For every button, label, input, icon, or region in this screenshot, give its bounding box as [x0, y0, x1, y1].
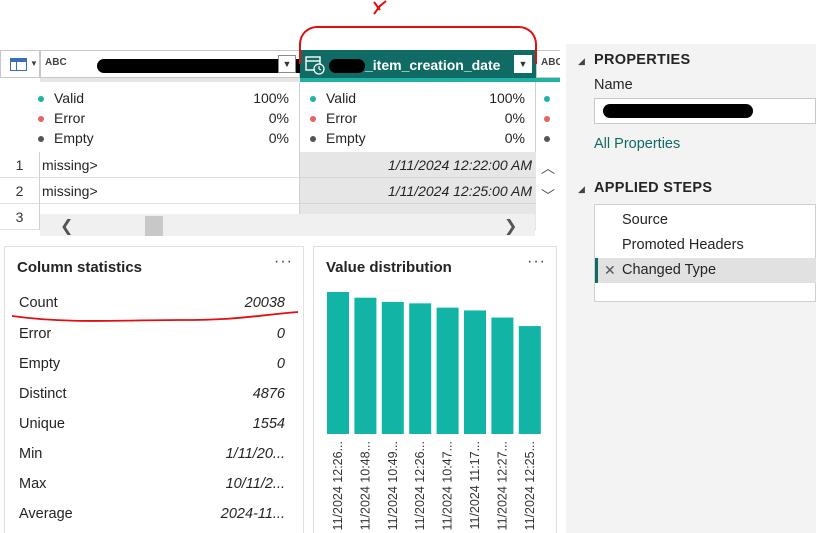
- distribution-tick-label: 11/2024 12:26...: [413, 441, 427, 530]
- stat-row: Error 0: [19, 326, 285, 342]
- distribution-tick-label: 11/2024 12:26...: [331, 441, 345, 530]
- empty-dot-icon: [310, 136, 316, 142]
- stat-row: Empty 0: [19, 356, 285, 372]
- row-number[interactable]: 3: [0, 204, 40, 230]
- scrollbar-thumb[interactable]: [145, 216, 163, 236]
- quality-error: Error 0%: [300, 108, 535, 128]
- valid-dot-icon: [38, 96, 44, 102]
- more-options-icon[interactable]: ···: [527, 253, 546, 271]
- stat-row: Distinct 4876: [19, 386, 285, 402]
- name-label: Name: [594, 77, 633, 93]
- distribution-tick-label: 11/2024 12:27...: [495, 441, 509, 530]
- distribution-bar[interactable]: [464, 310, 486, 434]
- distribution-tick-label: 11/2024 12:25...: [523, 441, 537, 530]
- horizontal-scrollbar[interactable]: [40, 214, 535, 236]
- quality-valid: Valid 100%: [300, 88, 535, 108]
- step-source[interactable]: Source: [595, 208, 816, 233]
- distribution-bar[interactable]: [327, 292, 349, 434]
- scroll-down-icon[interactable]: ﹀: [538, 186, 558, 206]
- column-quality-2: Valid 100% Error 0% Empty 0%: [300, 82, 536, 152]
- step-changed-type[interactable]: ✕ Changed Type: [595, 258, 816, 283]
- collapse-triangle-icon[interactable]: ◢: [578, 56, 585, 67]
- more-options-icon[interactable]: ···: [274, 253, 293, 271]
- quality-empty: Empty 0%: [38, 128, 299, 148]
- table-menu-button[interactable]: ▼: [0, 50, 40, 78]
- table-cell[interactable]: 1/11/2024 12:22:00 AM: [300, 152, 536, 178]
- value-distribution-panel: 11/2024 12:26... 11/2024 10:48... 11/2024 …: [313, 246, 557, 533]
- distribution-bar[interactable]: [381, 301, 404, 434]
- scroll-left-icon[interactable]: ❮: [60, 216, 73, 236]
- table-cell[interactable]: missing>: [40, 178, 300, 204]
- stat-row: Min 1/11/20...: [19, 446, 285, 462]
- value-distribution-chart: 11/2024 12:26... 11/2024 10:48... 11/2024 …: [327, 292, 541, 530]
- column-header-3[interactable]: ABC: [536, 50, 560, 78]
- step-promoted-headers[interactable]: Promoted Headers: [595, 233, 816, 258]
- empty-dot-icon: [38, 136, 44, 142]
- annotation-highlight: [299, 26, 537, 64]
- column-quality-1: Valid 100% Error 0% Empty 0%: [38, 82, 300, 152]
- scroll-up-icon[interactable]: ︿: [538, 158, 558, 178]
- applied-steps-heading: APPLIED STEPS: [594, 180, 713, 196]
- column-header-1[interactable]: ABC ▼: [40, 50, 309, 78]
- step-label: Changed Type: [622, 262, 717, 278]
- annotation-tick-icon: [373, 0, 387, 15]
- stat-row: Average 2024-11...: [19, 506, 285, 522]
- table-icon: [10, 58, 27, 71]
- distribution-tick-label: 11/2024 11:17...: [468, 441, 482, 530]
- table-cell[interactable]: missing>: [40, 152, 300, 178]
- chevron-down-icon: ▼: [30, 59, 38, 68]
- all-properties-link[interactable]: All Properties: [594, 136, 680, 152]
- stat-row: Unique 1554: [19, 416, 285, 432]
- quality-empty: Empty 0%: [300, 128, 535, 148]
- delete-step-icon[interactable]: ✕: [604, 258, 616, 283]
- collapse-triangle-icon[interactable]: ◢: [578, 184, 585, 195]
- distribution-bar[interactable]: [491, 317, 514, 434]
- empty-dot-icon: [544, 136, 550, 142]
- distribution-bar[interactable]: [354, 297, 377, 434]
- query-settings-pane: ◢ PROPERTIES Name All Properties ◢ APPLI…: [566, 44, 816, 533]
- table-cell[interactable]: 1/11/2024 12:25:00 AM: [300, 178, 536, 204]
- quality-error: Error 0%: [38, 108, 299, 128]
- stat-row: Max 10/11/2...: [19, 476, 285, 492]
- quality-valid: Valid 100%: [38, 88, 299, 108]
- panel-title: Value distribution: [326, 259, 452, 276]
- distribution-tick-label: 11/2024 10:47...: [441, 441, 455, 530]
- applied-steps-list: Source Promoted Headers ✕ Changed Type: [594, 204, 816, 302]
- distribution-bar[interactable]: [436, 307, 459, 434]
- redacted-query-name: [603, 104, 753, 118]
- row-number[interactable]: 1: [0, 152, 40, 178]
- column-filter-dropdown[interactable]: ▼: [278, 55, 296, 73]
- distribution-tick-label: 11/2024 10:48...: [358, 441, 372, 530]
- valid-dot-icon: [544, 96, 550, 102]
- annotation-underline: [11, 311, 299, 322]
- error-dot-icon: [544, 116, 550, 122]
- distribution-bar[interactable]: [518, 326, 541, 434]
- text-type-icon[interactable]: ABC: [541, 57, 560, 68]
- distribution-tick-label: 11/2024 10:49...: [386, 441, 400, 530]
- query-name-input[interactable]: [594, 98, 816, 124]
- properties-heading: PROPERTIES: [594, 52, 691, 68]
- column-quality-3: [536, 82, 560, 152]
- error-dot-icon: [38, 116, 44, 122]
- error-dot-icon: [310, 116, 316, 122]
- row-number[interactable]: 2: [0, 178, 40, 204]
- column-statistics-panel: Column statistics ··· Count 20038 Error 0 …: [4, 246, 304, 533]
- distribution-bar[interactable]: [409, 303, 432, 434]
- valid-dot-icon: [310, 96, 316, 102]
- text-type-icon[interactable]: ABC: [45, 57, 67, 68]
- panel-title: Column statistics: [17, 259, 143, 276]
- scroll-right-icon[interactable]: ❯: [504, 216, 517, 236]
